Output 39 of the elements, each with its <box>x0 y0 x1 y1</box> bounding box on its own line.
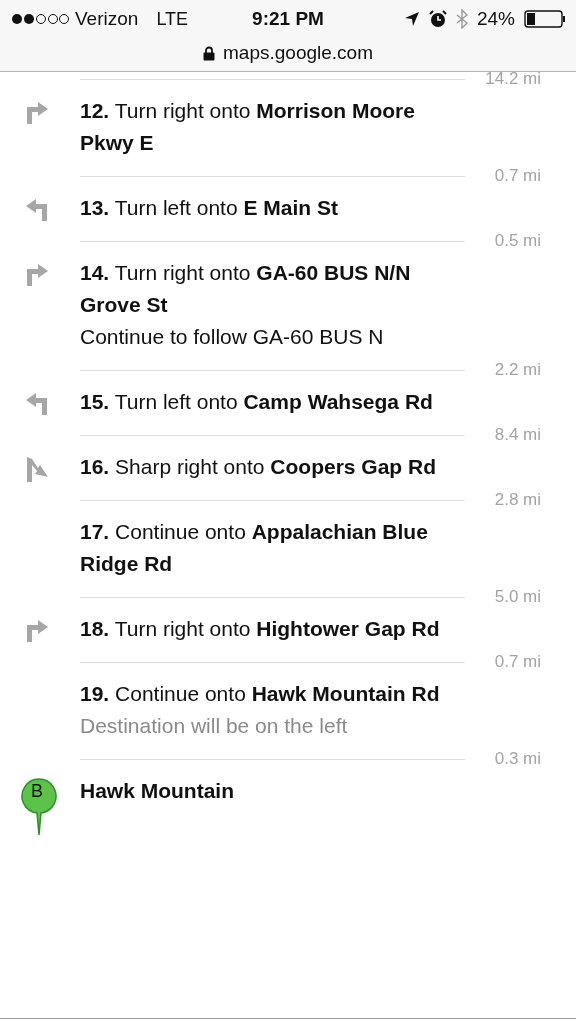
distance-label: 0.5 mi <box>493 231 541 251</box>
lock-icon <box>203 45 215 61</box>
distance-label: 14.2 mi <box>484 72 541 89</box>
turn-left-icon <box>24 196 50 222</box>
step-instruction[interactable]: 14. Turn right onto GA-60 BUS N/N Grove St <box>80 257 470 321</box>
turn-left-icon <box>24 390 50 416</box>
pin-letter: B <box>31 781 43 802</box>
step-instruction[interactable]: 15. Turn left onto Camp Wahsega Rd <box>80 386 470 418</box>
step-note: Destination will be on the left <box>80 713 349 739</box>
battery-percent: 24% <box>476 8 515 30</box>
step-instruction[interactable]: 13. Turn left onto E Main St <box>80 192 470 224</box>
step-note: Continue to follow GA-60 BUS N <box>80 324 385 350</box>
network-type: LTE <box>156 8 189 30</box>
step-instruction[interactable]: 19. Continue onto Hawk Mountain Rd <box>80 678 470 710</box>
distance-label: 0.7 mi <box>493 166 541 186</box>
sharp-right-icon <box>24 455 50 483</box>
step-instruction[interactable]: 18. Turn right onto Hightower Gap Rd <box>80 613 470 645</box>
step-instruction[interactable]: 17. Continue onto Appalachian Blue Ridge Rd <box>80 516 470 580</box>
carrier-name: Verizon <box>75 8 139 30</box>
distance-label: 2.2 mi <box>493 360 541 380</box>
turn-right-icon <box>24 261 50 287</box>
step-instruction[interactable]: 16. Sharp right onto Coopers Gap Rd <box>80 451 470 483</box>
distance-label: 2.8 mi <box>493 490 541 510</box>
signal-icon <box>11 12 69 26</box>
destination-name[interactable]: Hawk Mountain <box>80 775 470 807</box>
turn-right-icon <box>24 99 50 125</box>
distance-label: 0.3 mi <box>493 749 541 769</box>
distance-label: 0.7 mi <box>493 652 541 672</box>
url-text[interactable]: maps.google.com <box>223 42 373 64</box>
location-arrow-icon <box>403 11 420 27</box>
turn-right-icon <box>24 617 50 643</box>
map-pin-icon <box>21 775 57 837</box>
bluetooth-icon <box>455 9 468 29</box>
battery-icon <box>524 10 566 28</box>
step-instruction[interactable]: 12. Turn right onto Morrison Moore Pkwy E <box>80 95 470 159</box>
distance-label: 8.4 mi <box>493 425 541 445</box>
alarm-clock-icon <box>428 10 447 28</box>
distance-label: 5.0 mi <box>493 587 541 607</box>
clock-time: 9:21 PM <box>251 8 325 30</box>
